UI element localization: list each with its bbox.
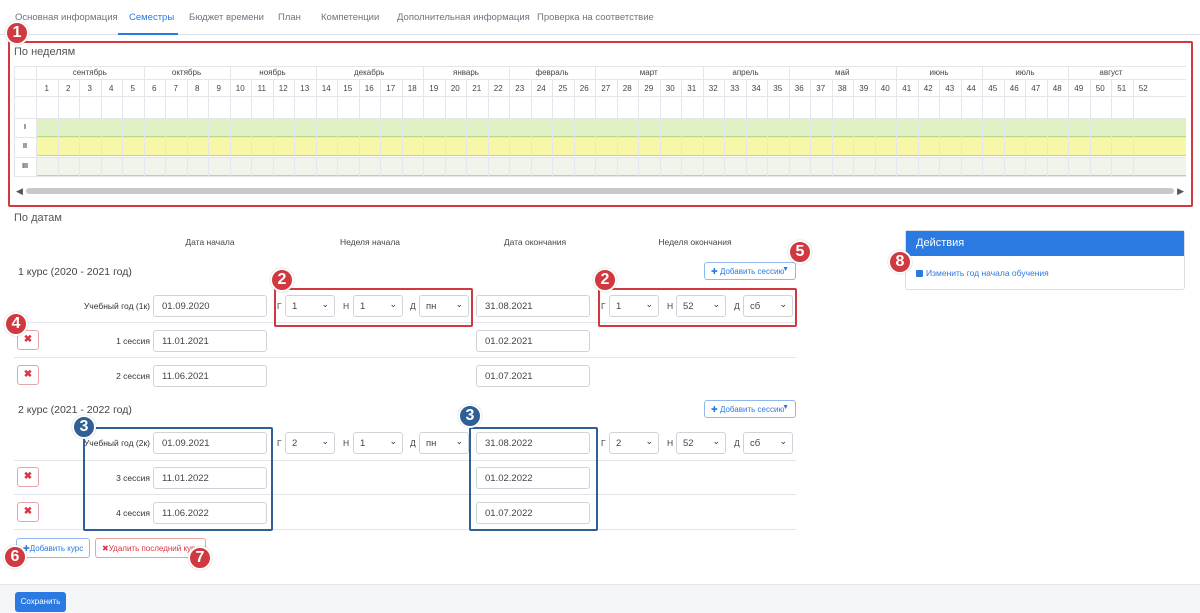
end-g-value: 2 bbox=[616, 438, 622, 449]
marker-3-end: 3 bbox=[458, 404, 482, 428]
delete-session-button[interactable]: ✖ bbox=[17, 467, 39, 487]
tab-compliance-check[interactable]: Проверка на соответствие bbox=[537, 12, 654, 23]
start-d-select[interactable]: пн ⌄ bbox=[419, 432, 469, 454]
actions-panel: Действия Изменить год начала обучения bbox=[905, 230, 1185, 290]
marker-7: 7 bbox=[188, 546, 212, 570]
start-date-input[interactable]: 01.09.2020 bbox=[153, 295, 267, 317]
add-session-button[interactable]: ✚ Добавить сессию ▼ bbox=[704, 400, 796, 418]
dates-section-title: По датам bbox=[14, 212, 62, 224]
end-date-input[interactable]: 31.08.2021 bbox=[476, 295, 590, 317]
chevron-down-icon: ⌄ bbox=[712, 436, 720, 446]
marker-2-start: 2 bbox=[270, 268, 294, 292]
add-session-button[interactable]: ✚ Добавить сессию ▼ bbox=[704, 262, 796, 280]
chevron-down-icon: ⌄ bbox=[321, 436, 329, 446]
tab-basic-info[interactable]: Основная информация bbox=[15, 12, 118, 23]
header-end-date: Дата окончания bbox=[503, 237, 567, 247]
close-icon: ✖ bbox=[23, 506, 33, 517]
course-2-title: 2 курс (2021 - 2022 год) bbox=[18, 404, 132, 416]
end-d-value: сб bbox=[750, 438, 761, 449]
chevron-down-icon: ⌄ bbox=[779, 436, 787, 446]
d-label: Д bbox=[734, 438, 740, 448]
chevron-down-icon: ⌄ bbox=[645, 436, 653, 446]
tab-bar: Основная информация Семестры Бюджет врем… bbox=[0, 0, 1200, 35]
tab-time-budget[interactable]: Бюджет времени bbox=[189, 12, 264, 23]
n-label: Н bbox=[343, 438, 350, 448]
marker-2-end: 2 bbox=[593, 268, 617, 292]
add-session-label: Добавить сессию bbox=[719, 405, 785, 414]
start-n-value: 1 bbox=[360, 438, 366, 449]
start-g-value: 2 bbox=[292, 438, 298, 449]
start-d-value: пн bbox=[426, 438, 437, 449]
highlight-box-2-start bbox=[274, 288, 473, 327]
end-d-select[interactable]: сб ⌄ bbox=[743, 432, 793, 454]
g-label: Г bbox=[601, 438, 606, 448]
close-icon: ✖ bbox=[23, 334, 33, 345]
chevron-down-icon: ⌄ bbox=[455, 436, 463, 446]
calendar-icon bbox=[916, 270, 923, 277]
end-g-select[interactable]: 2 ⌄ bbox=[609, 432, 659, 454]
tab-competencies[interactable]: Компетенции bbox=[321, 12, 379, 23]
start-g-select[interactable]: 2 ⌄ bbox=[285, 432, 335, 454]
marker-3-start: 3 bbox=[72, 415, 96, 439]
session-label: 2 сессия bbox=[116, 371, 150, 381]
d-label: Д bbox=[410, 438, 416, 448]
save-button[interactable]: Сохранить bbox=[15, 592, 66, 612]
header-start-week: Неделя начала bbox=[339, 237, 401, 247]
add-course-button[interactable]: ✚Добавить курс bbox=[16, 538, 91, 558]
session-label: 1 сессия bbox=[116, 336, 150, 346]
add-session-label: Добавить сессию bbox=[719, 267, 785, 276]
session-end-input[interactable]: 01.07.2021 bbox=[476, 365, 590, 387]
highlight-box-2-end bbox=[598, 288, 797, 327]
end-n-value: 52 bbox=[683, 438, 694, 449]
header-end-week: Неделя окончания bbox=[658, 237, 732, 247]
add-course-label: Добавить курс bbox=[29, 544, 84, 553]
g-label: Г bbox=[277, 438, 282, 448]
change-start-year-link[interactable]: Изменить год начала обучения bbox=[916, 268, 1049, 278]
caret-down-icon: ▼ bbox=[782, 404, 789, 411]
delete-session-button[interactable]: ✖ bbox=[17, 365, 39, 385]
start-n-select[interactable]: 1 ⌄ bbox=[353, 432, 403, 454]
highlight-box-3-start bbox=[83, 427, 273, 531]
delete-session-button[interactable]: ✖ bbox=[17, 502, 39, 522]
tab-semesters[interactable]: Семестры bbox=[129, 12, 174, 23]
row-divider bbox=[14, 357, 796, 358]
delete-last-course-label: Удалить последний курс bbox=[108, 544, 200, 553]
marker-8: 8 bbox=[888, 250, 912, 274]
close-icon: ✖ bbox=[23, 471, 33, 482]
highlight-box-1 bbox=[8, 41, 1193, 207]
footer-bar bbox=[0, 584, 1200, 613]
close-icon: ✖ bbox=[102, 544, 109, 553]
year-row-label: Учебный год (1к) bbox=[83, 301, 150, 311]
close-icon: ✖ bbox=[23, 369, 33, 380]
marker-4: 4 bbox=[4, 312, 28, 336]
tab-plan[interactable]: План bbox=[278, 12, 301, 23]
header-start-date: Дата начала bbox=[185, 237, 235, 247]
marker-6: 6 bbox=[3, 545, 27, 569]
chevron-down-icon: ⌄ bbox=[389, 436, 397, 446]
session-start-input[interactable]: 11.01.2021 bbox=[153, 330, 267, 352]
end-n-select[interactable]: 52 ⌄ bbox=[676, 432, 726, 454]
change-start-year-label: Изменить год начала обучения bbox=[926, 268, 1049, 278]
marker-1: 1 bbox=[5, 21, 29, 45]
n-label: Н bbox=[667, 438, 674, 448]
plus-icon: ✚ bbox=[711, 405, 720, 414]
caret-down-icon: ▼ bbox=[782, 266, 789, 273]
tab-additional-info[interactable]: Дополнительная информация bbox=[397, 12, 530, 23]
plus-icon: ✚ bbox=[711, 267, 720, 276]
session-end-input[interactable]: 01.02.2021 bbox=[476, 330, 590, 352]
actions-panel-title: Действия bbox=[906, 231, 1184, 256]
highlight-box-3-end bbox=[469, 427, 598, 531]
course-1-title: 1 курс (2020 - 2021 год) bbox=[18, 266, 132, 278]
marker-5: 5 bbox=[788, 240, 812, 264]
session-start-input[interactable]: 11.06.2021 bbox=[153, 365, 267, 387]
active-tab-indicator bbox=[118, 33, 178, 35]
